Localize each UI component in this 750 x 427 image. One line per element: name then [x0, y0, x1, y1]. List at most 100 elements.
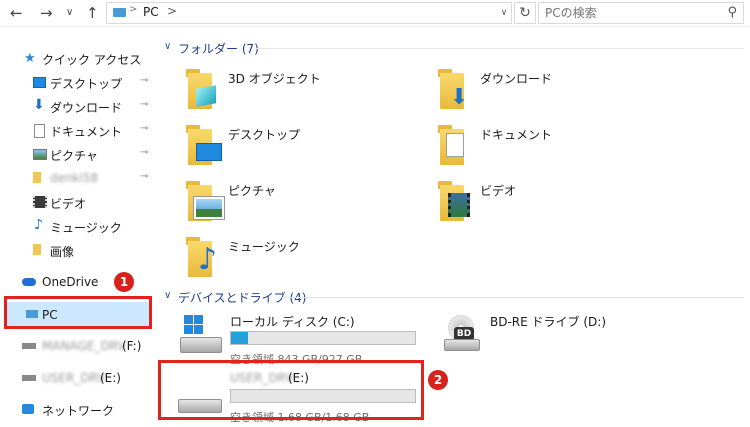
back-button[interactable]: ←	[10, 3, 23, 23]
music-folder-icon: ♪	[184, 235, 222, 281]
sidebar-item-label: USER_DRV	[42, 371, 106, 385]
download-icon: ⬇	[33, 97, 45, 113]
document-icon	[34, 124, 45, 138]
search-icon[interactable]: ⚲	[727, 5, 737, 20]
videos-folder-icon	[436, 179, 474, 225]
up-button[interactable]: ↑	[86, 3, 99, 23]
drive-name: BD-RE ドライブ (D:)	[490, 315, 606, 329]
documents-folder-icon	[436, 123, 474, 169]
address-dropdown-button[interactable]: ∨	[497, 2, 512, 24]
sidebar-item-label: ピクチャ	[50, 149, 98, 163]
music-icon: ♪	[34, 217, 43, 233]
cloud-icon	[22, 278, 36, 286]
pin-icon[interactable]: ⊸	[140, 99, 148, 110]
sidebar-item-manage-drv[interactable]: MANAGE_DRV (F:)	[0, 335, 160, 357]
3d-objects-icon	[184, 67, 222, 113]
folder-videos[interactable]: ビデオ	[436, 179, 676, 229]
sidebar-item-videos[interactable]: ビデオ	[0, 191, 160, 213]
sidebar-item-label: ダウンロード	[50, 101, 123, 115]
usb-drive-icon	[22, 375, 36, 381]
sidebar-item-label: OneDrive	[42, 275, 99, 289]
network-icon	[22, 404, 34, 414]
group-title: フォルダー (7)	[178, 42, 259, 56]
pin-icon[interactable]: ⊸	[140, 147, 148, 158]
pin-icon[interactable]: ⊸	[140, 123, 148, 134]
sidebar-item-images[interactable]: 画像	[0, 239, 160, 261]
navigation-pane: ★ クイック アクセス デスクトップ ⊸ ⬇ ダウンロード ⊸ ドキュメント ⊸…	[0, 27, 160, 421]
recent-locations-button[interactable]: ∨	[66, 3, 73, 23]
download-folder-icon: ⬇	[436, 67, 474, 113]
folder-desktop[interactable]: デスクトップ	[184, 123, 424, 173]
folder-3d-objects[interactable]: 3D オブジェクト	[184, 67, 424, 117]
drive-letter: (E:)	[100, 371, 121, 385]
folder-name: ダウンロード	[480, 72, 553, 86]
step-badge-2: 2	[428, 370, 448, 390]
pin-icon[interactable]: ⊸	[140, 171, 148, 182]
folder-icon	[33, 244, 41, 255]
sidebar-item-label: MANAGE_DRV	[42, 339, 126, 353]
folder-pictures[interactable]: ピクチャ	[184, 179, 424, 229]
folder-name: ビデオ	[480, 184, 517, 198]
sidebar-item-pictures[interactable]: ピクチャ ⊸	[0, 143, 160, 165]
divider	[282, 297, 744, 298]
folder-icon	[33, 172, 41, 183]
folder-name: 3D オブジェクト	[228, 72, 321, 86]
sidebar-item-desktop[interactable]: デスクトップ ⊸	[0, 71, 160, 93]
drive-d[interactable]: BD BD-RE ドライブ (D:)	[436, 313, 636, 369]
folder-downloads[interactable]: ⬇ ダウンロード	[436, 67, 676, 117]
navigation-bar: ← → ∨ ↑ > PC > ∨ ↻ ⚲	[0, 0, 750, 27]
sidebar-item-downloads[interactable]: ⬇ ダウンロード ⊸	[0, 95, 160, 117]
sidebar-item-label: denki58	[50, 171, 99, 185]
sidebar-item-label: ドキュメント	[50, 125, 123, 139]
chevron-right-icon: >	[129, 4, 138, 15]
sidebar-item-label: ネットワーク	[42, 404, 115, 418]
drive-usage-bar	[230, 331, 416, 345]
desktop-folder-icon	[184, 123, 222, 169]
sidebar-item-label: クイック アクセス	[42, 53, 142, 67]
windows-drive-icon	[180, 315, 222, 355]
sidebar-item-onedrive[interactable]: OneDrive	[0, 271, 160, 293]
forward-button[interactable]: →	[40, 3, 53, 23]
sidebar-item-denki58[interactable]: denki58 ⊸	[0, 167, 160, 189]
desktop-icon	[33, 77, 46, 88]
bd-drive-icon: BD	[444, 315, 480, 353]
group-header-folders[interactable]: ∨ フォルダー (7)	[160, 40, 750, 56]
sidebar-item-user-drv[interactable]: USER_DRV (E:)	[0, 367, 160, 389]
sidebar-item-label: ミュージック	[50, 221, 122, 235]
refresh-button[interactable]: ↻	[514, 2, 536, 24]
address-bar[interactable]: > PC >	[106, 2, 512, 24]
usb-drive-icon	[22, 343, 36, 349]
picture-icon	[33, 149, 47, 160]
search-box[interactable]: ⚲	[538, 2, 744, 24]
divider	[255, 48, 744, 49]
breadcrumb-separator[interactable]: >	[167, 4, 177, 18]
star-icon: ★	[24, 51, 36, 66]
sidebar-item-label: 画像	[50, 245, 75, 259]
highlight-box-drive-e	[158, 360, 424, 420]
pin-icon[interactable]: ⊸	[140, 75, 148, 86]
sidebar-item-quick-access[interactable]: ★ クイック アクセス	[0, 47, 160, 69]
sidebar-item-label: デスクトップ	[50, 77, 123, 91]
address-text[interactable]: PC	[143, 5, 159, 19]
folder-documents[interactable]: ドキュメント	[436, 123, 676, 173]
search-input[interactable]	[545, 5, 715, 21]
folder-name: デスクトップ	[228, 128, 301, 142]
drive-name: ローカル ディスク (C:)	[230, 315, 355, 329]
group-header-devices[interactable]: ∨ デバイスとドライブ (4)	[160, 289, 750, 305]
step-badge-1: 1	[114, 272, 134, 292]
pictures-folder-icon	[184, 179, 224, 225]
folder-music[interactable]: ♪ ミュージック	[184, 235, 424, 285]
sidebar-item-documents[interactable]: ドキュメント ⊸	[0, 119, 160, 141]
folder-name: ピクチャ	[228, 184, 276, 198]
highlight-box-pc	[4, 296, 152, 329]
sidebar-item-network[interactable]: ネットワーク	[0, 398, 160, 420]
sidebar-item-music[interactable]: ♪ ミュージック	[0, 215, 160, 237]
chevron-down-icon[interactable]: ∨	[164, 290, 171, 301]
pc-icon	[113, 8, 126, 17]
drive-letter: (F:)	[122, 339, 142, 353]
folder-name: ミュージック	[228, 240, 300, 254]
chevron-down-icon[interactable]: ∨	[164, 41, 171, 52]
video-icon	[33, 196, 47, 208]
folder-name: ドキュメント	[480, 128, 553, 142]
sidebar-item-label: ビデオ	[50, 197, 87, 211]
